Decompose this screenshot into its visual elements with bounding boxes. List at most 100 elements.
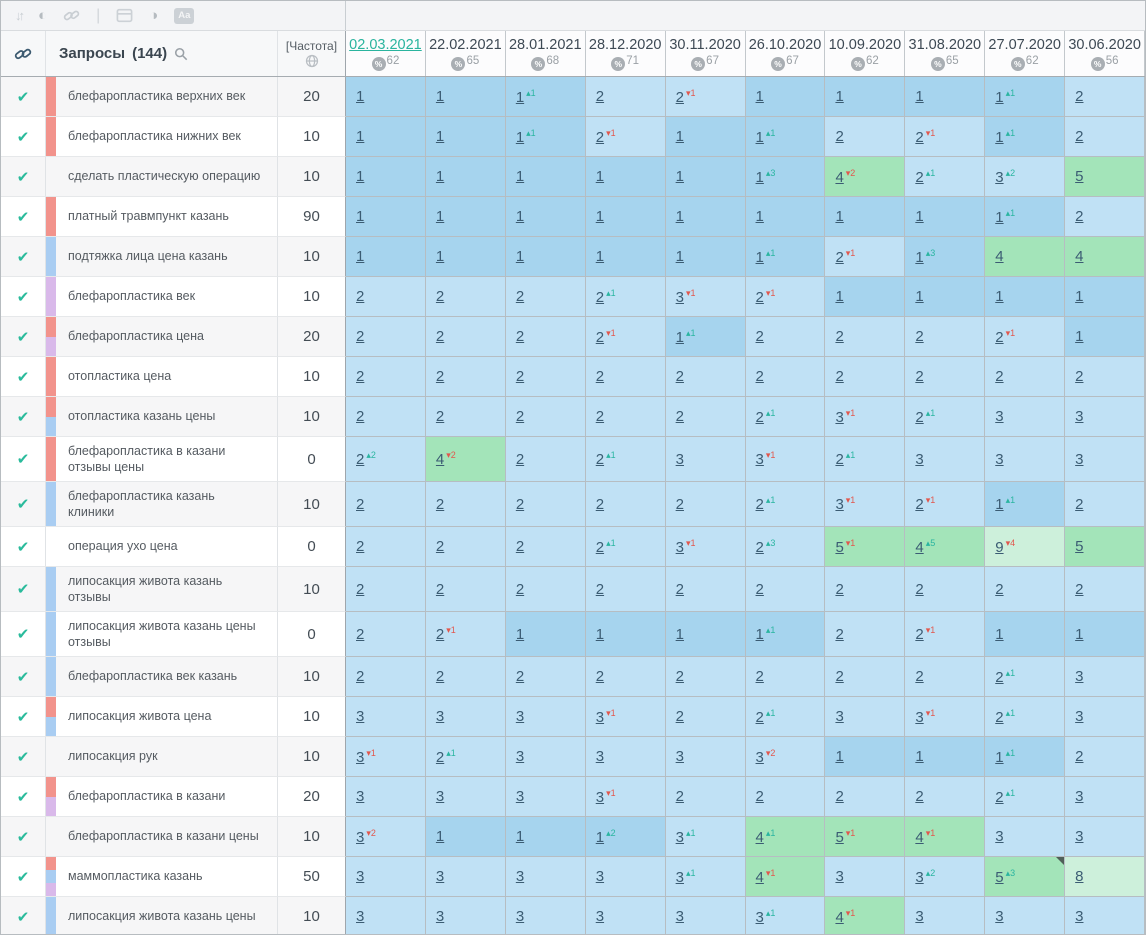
- position-link[interactable]: 2▴1: [756, 409, 776, 425]
- position-link[interactable]: 3: [835, 869, 843, 884]
- position-link[interactable]: 3: [356, 909, 364, 924]
- keyword-cell[interactable]: блефаропластика нижних век: [46, 117, 278, 157]
- position-link[interactable]: 1: [756, 209, 764, 224]
- position-link[interactable]: 1: [516, 829, 524, 844]
- keyword-cell[interactable]: липосакция живота казань цены: [46, 897, 278, 935]
- position-link[interactable]: 3: [436, 909, 444, 924]
- position-link[interactable]: 1: [915, 89, 923, 104]
- row-checkbox[interactable]: ✔: [1, 157, 46, 197]
- position-link[interactable]: 5▴3: [995, 869, 1015, 885]
- row-checkbox[interactable]: ✔: [1, 397, 46, 437]
- position-link[interactable]: 2: [835, 329, 843, 344]
- row-checkbox[interactable]: ✔: [1, 857, 46, 897]
- position-link[interactable]: 2: [516, 497, 524, 512]
- position-link[interactable]: 5▾1: [835, 539, 855, 555]
- row-checkbox[interactable]: ✔: [1, 277, 46, 317]
- position-link[interactable]: 1: [915, 289, 923, 304]
- position-link[interactable]: 8: [1075, 869, 1083, 884]
- keyword-cell[interactable]: сделать пластическую операцию: [46, 157, 278, 197]
- row-checkbox[interactable]: ✔: [1, 897, 46, 935]
- position-link[interactable]: 2: [915, 669, 923, 684]
- keyword-cell[interactable]: подтяжка лица цена казань: [46, 237, 278, 277]
- position-link[interactable]: 2: [516, 289, 524, 304]
- position-link[interactable]: 2: [835, 369, 843, 384]
- position-link[interactable]: 2: [1075, 89, 1083, 104]
- position-link[interactable]: 3: [915, 452, 923, 467]
- keyword-cell[interactable]: операция ухо цена: [46, 527, 278, 567]
- search-icon[interactable]: [174, 47, 188, 61]
- position-link[interactable]: 9▾4: [995, 539, 1015, 555]
- position-link[interactable]: 3▴2: [995, 169, 1015, 185]
- note-corner-marker[interactable]: [1056, 857, 1064, 865]
- position-link[interactable]: 2▴1: [596, 539, 616, 555]
- date-column-header[interactable]: 10.09.2020%62: [825, 31, 905, 76]
- position-link[interactable]: 2: [756, 789, 764, 804]
- position-link[interactable]: 1: [436, 249, 444, 264]
- position-link[interactable]: 3▾1: [596, 709, 616, 725]
- position-link[interactable]: 3▾1: [756, 451, 776, 467]
- position-link[interactable]: 1▴1: [995, 496, 1015, 512]
- position-link[interactable]: 2: [356, 409, 364, 424]
- position-link[interactable]: 1: [676, 249, 684, 264]
- position-link[interactable]: 1: [596, 249, 604, 264]
- position-link[interactable]: 1: [516, 627, 524, 642]
- position-link[interactable]: 1: [915, 749, 923, 764]
- keyword-cell[interactable]: блефаропластика в казани: [46, 777, 278, 817]
- position-link[interactable]: 2▴1: [596, 289, 616, 305]
- position-link[interactable]: 2: [436, 289, 444, 304]
- contrast-icon[interactable]: ◑: [149, 8, 158, 23]
- position-link[interactable]: 2: [596, 369, 604, 384]
- keyword-cell[interactable]: липосакция живота цена: [46, 697, 278, 737]
- position-link[interactable]: 2: [676, 369, 684, 384]
- position-link[interactable]: 3: [676, 749, 684, 764]
- position-link[interactable]: 2▴2: [356, 451, 376, 467]
- row-checkbox[interactable]: ✔: [1, 612, 46, 657]
- position-link[interactable]: 3▴1: [676, 829, 696, 845]
- keyword-cell[interactable]: отопластика цена: [46, 357, 278, 397]
- position-link[interactable]: 2: [596, 582, 604, 597]
- date-link[interactable]: 27.07.2020: [988, 37, 1061, 53]
- position-link[interactable]: 3: [596, 909, 604, 924]
- position-link[interactable]: 3: [516, 869, 524, 884]
- position-link[interactable]: 2: [516, 582, 524, 597]
- position-link[interactable]: 3▾2: [356, 829, 376, 845]
- position-link[interactable]: 2: [1075, 209, 1083, 224]
- position-link[interactable]: 2▴1: [756, 709, 776, 725]
- keyword-cell[interactable]: отопластика казань цены: [46, 397, 278, 437]
- position-link[interactable]: 1: [356, 209, 364, 224]
- position-link[interactable]: 2: [436, 329, 444, 344]
- position-link[interactable]: 2: [516, 669, 524, 684]
- position-link[interactable]: 2: [516, 409, 524, 424]
- position-link[interactable]: 1: [516, 169, 524, 184]
- position-link[interactable]: 2: [676, 669, 684, 684]
- position-link[interactable]: 2: [756, 669, 764, 684]
- keyword-cell[interactable]: блефаропластика век казань: [46, 657, 278, 697]
- position-link[interactable]: 2: [1075, 369, 1083, 384]
- position-link[interactable]: 2: [436, 497, 444, 512]
- link-column-header[interactable]: [1, 31, 46, 76]
- position-link[interactable]: 3: [356, 869, 364, 884]
- position-link[interactable]: 3▾1: [835, 409, 855, 425]
- position-link[interactable]: 4▾1: [756, 869, 776, 885]
- row-checkbox[interactable]: ✔: [1, 117, 46, 157]
- position-link[interactable]: 4▴1: [756, 829, 776, 845]
- position-link[interactable]: 2: [596, 497, 604, 512]
- position-link[interactable]: 3: [995, 452, 1003, 467]
- position-link[interactable]: 3: [995, 409, 1003, 424]
- position-link[interactable]: 1: [436, 129, 444, 144]
- position-link[interactable]: 2: [356, 627, 364, 642]
- position-link[interactable]: 1: [676, 169, 684, 184]
- position-link[interactable]: 2▾1: [596, 129, 616, 145]
- brightness-icon[interactable]: ◐: [38, 8, 47, 23]
- keyword-cell[interactable]: липосакция живота казань ценыотзывы: [46, 612, 278, 657]
- position-link[interactable]: 1: [835, 749, 843, 764]
- position-link[interactable]: 2: [356, 669, 364, 684]
- position-link[interactable]: 1: [356, 89, 364, 104]
- keyword-cell[interactable]: блефаропластика век: [46, 277, 278, 317]
- position-link[interactable]: 2▾1: [915, 129, 935, 145]
- position-link[interactable]: 2: [676, 709, 684, 724]
- position-link[interactable]: 3: [516, 789, 524, 804]
- position-link[interactable]: 2: [915, 329, 923, 344]
- position-link[interactable]: 2: [915, 582, 923, 597]
- position-link[interactable]: 2: [676, 582, 684, 597]
